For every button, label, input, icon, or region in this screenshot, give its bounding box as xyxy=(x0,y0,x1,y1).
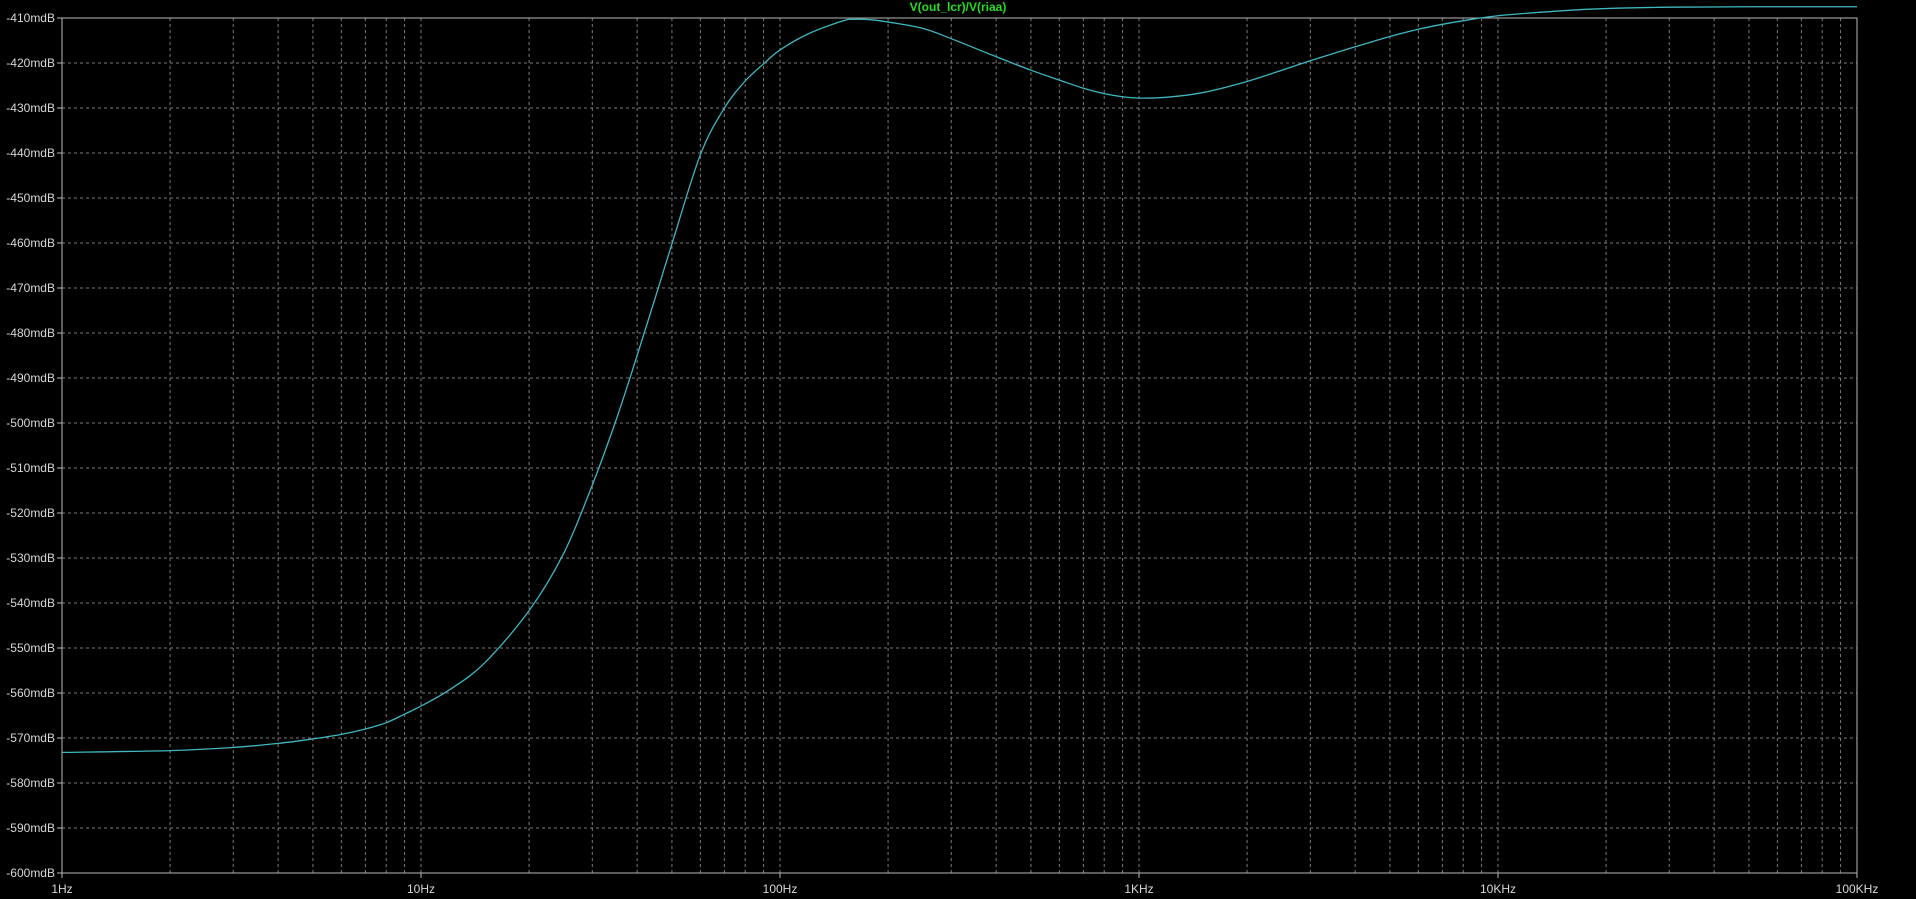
y-tick-label: -500mdB xyxy=(6,416,55,430)
x-tick-label: 10KHz xyxy=(1480,882,1516,896)
y-tick-label: -530mdB xyxy=(6,551,55,565)
y-tick-label: -580mdB xyxy=(6,776,55,790)
y-tick-label: -430mdB xyxy=(6,101,55,115)
y-tick-label: -490mdB xyxy=(6,371,55,385)
x-tick-label: 1KHz xyxy=(1124,882,1153,896)
y-tick-label: -470mdB xyxy=(6,281,55,295)
bode-plot: -410mdB -420mdB -430mdB -440mdB -450mdB -460m… xyxy=(0,0,1916,899)
y-tick-label: -570mdB xyxy=(6,731,55,745)
x-tick-label: 100KHz xyxy=(1836,882,1879,896)
y-tick-label: -560mdB xyxy=(6,686,55,700)
x-tick-label: 10Hz xyxy=(407,882,435,896)
y-tick-label: -550mdB xyxy=(6,641,55,655)
x-tick-label: 100Hz xyxy=(763,882,798,896)
y-tick-label: -600mdB xyxy=(6,866,55,880)
y-tick-label: -480mdB xyxy=(6,326,55,340)
y-tick-label: -540mdB xyxy=(6,596,55,610)
y-tick-label: -440mdB xyxy=(6,146,55,160)
plot-background xyxy=(0,0,1916,899)
y-tick-label: -420mdB xyxy=(6,56,55,70)
y-tick-label: -410mdB xyxy=(6,11,55,25)
x-tick-label: 1Hz xyxy=(51,882,72,896)
y-tick-label: -510mdB xyxy=(6,461,55,475)
chart-title: V(out_lcr)/V(riaa) xyxy=(910,0,1007,14)
y-tick-label: -460mdB xyxy=(6,236,55,250)
y-tick-label: -520mdB xyxy=(6,506,55,520)
y-tick-label: -450mdB xyxy=(6,191,55,205)
y-tick-label: -590mdB xyxy=(6,821,55,835)
